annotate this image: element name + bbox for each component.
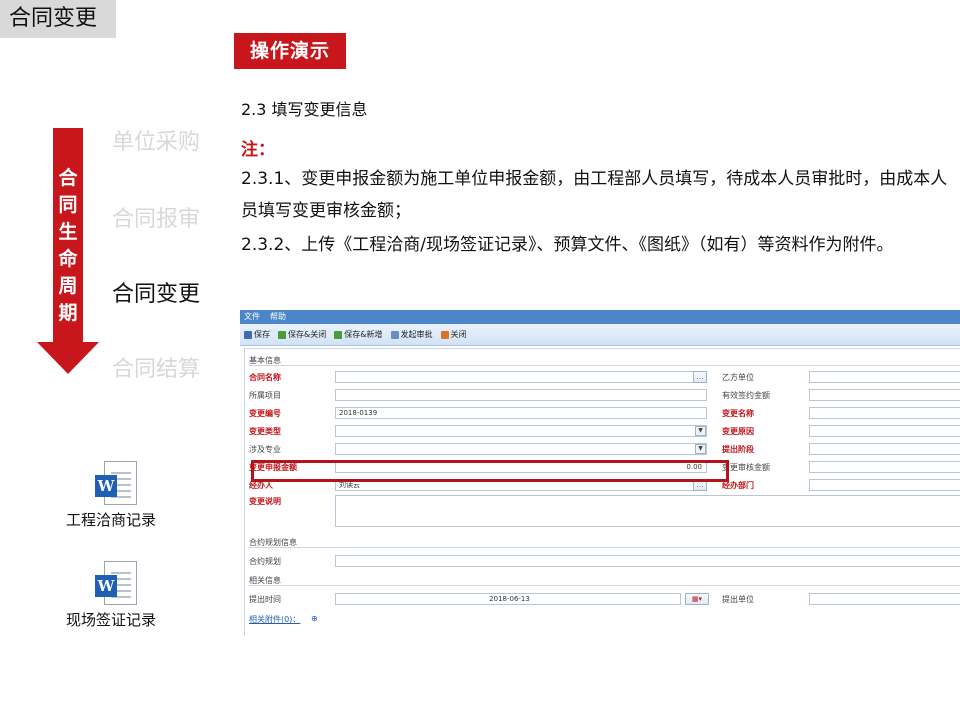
approval-icon	[390, 330, 399, 339]
save-button[interactable]: 保存	[244, 329, 270, 340]
label-project: 所属项目	[249, 391, 281, 400]
contract-name-field[interactable]	[335, 371, 697, 383]
menu-file[interactable]: 文件	[244, 310, 260, 324]
change-type-select[interactable]	[335, 425, 707, 437]
step-title: 2.3 填写变更信息	[241, 100, 368, 119]
discipline-select[interactable]	[335, 443, 707, 455]
app-menubar: 文件 帮助	[240, 310, 960, 324]
note-label: 注：	[241, 140, 275, 160]
description-textarea[interactable]	[335, 495, 960, 527]
party-b-field[interactable]	[809, 371, 960, 383]
section-divider	[249, 365, 960, 366]
change-type-highlight	[251, 460, 729, 482]
close-icon	[440, 330, 449, 339]
section-divider	[249, 585, 960, 586]
arrow-head	[37, 342, 99, 374]
plan-field[interactable]	[335, 555, 960, 567]
save-close-icon	[278, 330, 286, 339]
app-toolbar: 保存 保存&关闭 保存&新增 发起审批 关闭	[240, 324, 960, 346]
section-divider	[249, 547, 960, 548]
valid-amount-field[interactable]	[809, 389, 960, 401]
change-name-field[interactable]	[809, 407, 960, 419]
change-no-field[interactable]: 2018-0139	[335, 407, 707, 419]
attachments-link[interactable]: 相关附件(0)：	[249, 614, 300, 625]
label-submit-time: 提出时间	[249, 595, 281, 604]
contract-lookup-button[interactable]: …	[693, 371, 707, 383]
note-paragraph-1: 2.3.1、变更申报金额为施工单位申报金额，由工程部人员填写，待成本人员审批时，…	[241, 169, 948, 221]
label-audit-amount: 变更审核金额	[722, 463, 770, 472]
demo-badge: 操作演示	[234, 33, 346, 69]
save-new-icon	[334, 330, 343, 339]
submit-unit-field[interactable]	[809, 593, 960, 605]
lifecycle-label: 合同生命周期	[58, 167, 78, 324]
submit-time-field[interactable]: 2018-06-13	[335, 593, 681, 605]
label-proposal-stage: 提出阶段	[722, 445, 754, 454]
form-area: 基本信息 合同名称 … 所属项目 变更编号 2018-0139 变更类型 ▼ 涉…	[244, 348, 960, 636]
label-valid-amount: 有效签约金额	[722, 391, 770, 400]
close-button[interactable]: 关闭	[440, 329, 467, 340]
file-label-negotiation: 工程洽商记录	[66, 511, 157, 529]
save-close-button[interactable]: 保存&关闭	[278, 329, 326, 340]
label-contract-name: 合同名称	[249, 373, 281, 382]
calendar-icon[interactable]: ▦▾	[685, 593, 709, 605]
proposal-stage-field[interactable]	[809, 443, 960, 455]
add-attachment-icon[interactable]: ⊕	[311, 614, 318, 623]
save-icon	[244, 330, 252, 339]
label-submit-unit: 提出单位	[722, 595, 754, 604]
label-change-reason: 变更原因	[722, 427, 754, 436]
stage-contract-change: 合同变更	[112, 282, 201, 307]
word-badge: W	[95, 575, 117, 597]
label-change-type: 变更类型	[249, 427, 281, 436]
change-form-screenshot: 文件 帮助 保存 保存&关闭 保存&新增 发起审批 关闭 基本信息 合同名称 ……	[240, 310, 960, 636]
label-change-name: 变更名称	[722, 409, 754, 418]
label-party-b: 乙方单位	[722, 373, 754, 382]
menu-help[interactable]: 帮助	[270, 310, 286, 324]
label-plan: 合约规划	[249, 557, 281, 566]
stage-unit-purchase: 单位采购	[112, 130, 201, 155]
word-doc-icon: W	[95, 561, 137, 607]
word-doc-icon: W	[95, 461, 137, 507]
chevron-down-icon[interactable]: ▼	[695, 444, 706, 454]
page-corner-title: 合同变更	[0, 0, 116, 38]
chevron-down-icon[interactable]: ▼	[695, 426, 706, 436]
audit-amount-field[interactable]	[809, 461, 960, 473]
start-approval-button[interactable]: 发起审批	[390, 329, 433, 340]
word-badge: W	[95, 475, 117, 497]
label-discipline: 涉及专业	[249, 445, 281, 454]
project-field[interactable]	[335, 389, 707, 401]
save-new-button[interactable]: 保存&新增	[334, 329, 383, 340]
stage-contract-review: 合同报审	[112, 207, 201, 232]
file-label-site-visa: 现场签证记录	[66, 611, 157, 629]
handler-dept-field[interactable]	[809, 479, 960, 491]
note-paragraph-2: 2.3.2、上传《工程洽商/现场签证记录》、预算文件、《图纸》（如有）等资料作为…	[241, 235, 894, 255]
label-change-no: 变更编号	[249, 409, 281, 418]
change-reason-field[interactable]	[809, 425, 960, 437]
stage-contract-settlement: 合同结算	[112, 357, 201, 382]
label-description: 变更说明	[249, 497, 281, 506]
